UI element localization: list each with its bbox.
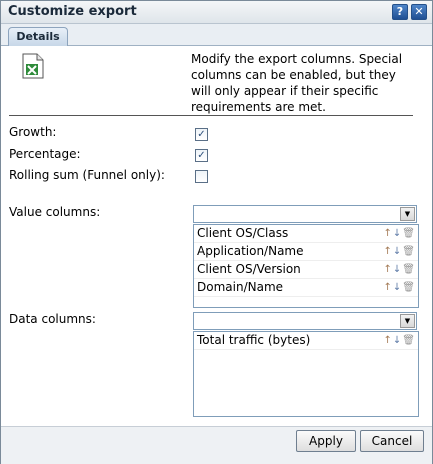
excel-file-icon — [22, 53, 44, 79]
data-columns-list: Total traffic (bytes) ↑↓🗑 — [193, 331, 419, 417]
arrow-down-icon[interactable]: ↓ — [393, 264, 401, 275]
percentage-checkbox[interactable]: ✓ — [195, 149, 208, 162]
customize-export-dialog: Customize export ? ✕ Details Modify the … — [0, 0, 433, 464]
tab-details[interactable]: Details — [8, 27, 68, 46]
value-columns-label: Value columns: — [9, 205, 101, 219]
list-item: Total traffic (bytes) ↑↓🗑 — [194, 332, 418, 350]
separator — [9, 115, 413, 116]
trash-icon[interactable]: 🗑 — [402, 228, 415, 239]
trash-icon[interactable]: 🗑 — [402, 246, 415, 257]
tab-strip: Details — [1, 24, 432, 46]
dialog-footer: Apply Cancel — [1, 426, 432, 464]
list-item-label: Client OS/Class — [197, 226, 289, 240]
list-item-label: Domain/Name — [197, 280, 284, 294]
help-button[interactable]: ? — [392, 4, 408, 20]
close-icon: ✕ — [414, 5, 424, 18]
help-icon: ? — [396, 5, 404, 18]
list-item: Domain/Name ↑↓🗑 — [194, 279, 418, 297]
growth-checkbox[interactable]: ✓ — [195, 128, 208, 141]
list-item: Client OS/Version ↑↓🗑 — [194, 261, 418, 279]
trash-icon[interactable]: 🗑 — [402, 282, 415, 293]
export-description: Modify the export columns. Special colum… — [191, 52, 403, 114]
list-item: Application/Name ↑↓🗑 — [194, 243, 418, 261]
close-button[interactable]: ✕ — [411, 4, 427, 20]
data-columns-select[interactable]: ▼ — [193, 312, 417, 330]
apply-button[interactable]: Apply — [296, 430, 356, 452]
list-item-label: Client OS/Version — [197, 262, 301, 276]
rolling-sum-label: Rolling sum (Funnel only): — [9, 168, 165, 182]
dialog-title: Customize export — [8, 4, 137, 19]
cancel-button[interactable]: Cancel — [360, 430, 424, 452]
title-bar: Customize export ? ✕ — [1, 1, 432, 24]
percentage-label: Percentage: — [9, 147, 81, 161]
arrow-down-icon[interactable]: ↓ — [393, 228, 401, 239]
value-columns-list: Client OS/Class ↑↓🗑 Application/Name ↑↓🗑… — [193, 224, 419, 308]
arrow-up-icon[interactable]: ↑ — [384, 282, 392, 293]
trash-icon[interactable]: 🗑 — [402, 264, 415, 275]
arrow-down-icon[interactable]: ↓ — [393, 246, 401, 257]
chevron-down-icon[interactable]: ▼ — [400, 207, 415, 221]
value-columns-select[interactable]: ▼ — [193, 205, 417, 223]
data-columns-label: Data columns: — [9, 312, 96, 326]
rolling-sum-checkbox[interactable] — [195, 170, 208, 183]
trash-icon[interactable]: 🗑 — [402, 335, 415, 346]
arrow-up-icon[interactable]: ↑ — [384, 228, 392, 239]
list-item-label: Application/Name — [197, 244, 304, 258]
arrow-down-icon[interactable]: ↓ — [393, 335, 401, 346]
list-item-label: Total traffic (bytes) — [197, 333, 311, 347]
arrow-up-icon[interactable]: ↑ — [384, 264, 392, 275]
growth-label: Growth: — [9, 125, 57, 139]
list-item: Client OS/Class ↑↓🗑 — [194, 225, 418, 243]
chevron-down-icon[interactable]: ▼ — [400, 314, 415, 328]
arrow-up-icon[interactable]: ↑ — [384, 246, 392, 257]
arrow-down-icon[interactable]: ↓ — [393, 282, 401, 293]
arrow-up-icon[interactable]: ↑ — [384, 335, 392, 346]
